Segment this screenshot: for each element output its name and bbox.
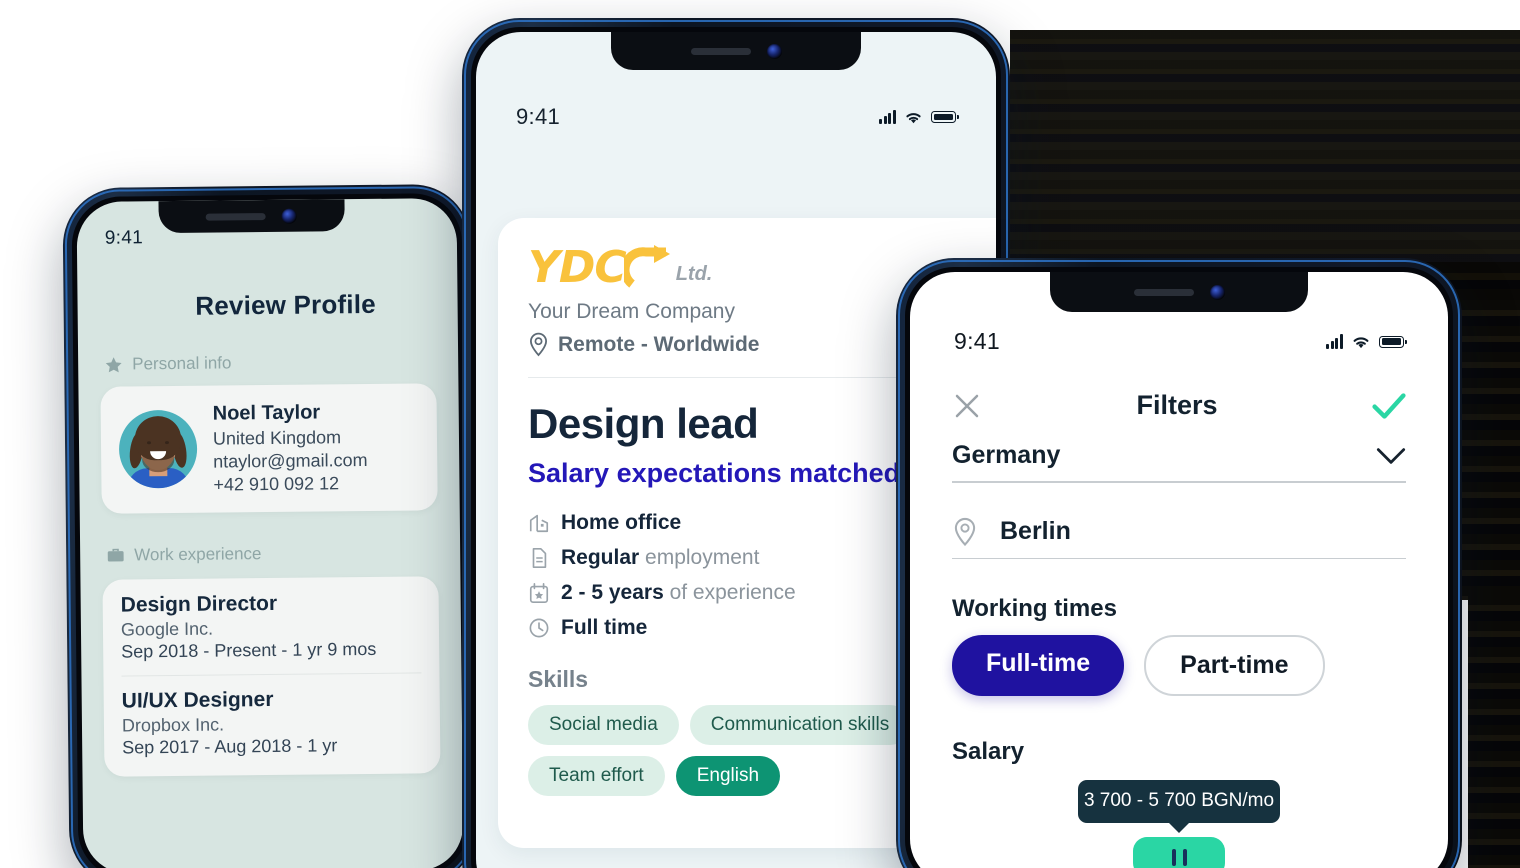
- status-time: 9:41: [516, 104, 561, 129]
- phone-center-notch: [611, 32, 861, 70]
- city-value: Berlin: [1000, 517, 1071, 546]
- experience-item[interactable]: Design Director Google Inc. Sep 2018 - P…: [121, 590, 422, 662]
- dark-band-artifact: [1010, 30, 1520, 282]
- working-times-label: Working times: [952, 595, 1117, 623]
- speaker-icon: [205, 212, 266, 221]
- phone-right-screen: 9:41 Filters Germany Berlin Working time…: [910, 272, 1448, 868]
- logo-arrow-icon: [623, 245, 670, 288]
- briefcase-icon: [107, 548, 124, 562]
- job-dates: Sep 2018 - Present - 1 yr 9 mos: [121, 638, 377, 662]
- phone-left-notch: [158, 199, 345, 234]
- dark-band-artifact-right-lower: [1468, 595, 1520, 868]
- filters-header: Filters: [952, 390, 1406, 421]
- avatar: [118, 410, 198, 489]
- phone-left-screen: 9:41 Review Profile Personal info Noel T…: [76, 198, 464, 868]
- phone-left: 9:41 Review Profile Personal info Noel T…: [62, 183, 478, 868]
- salary-range-tooltip: 3 700 - 5 700 BGN/mo: [1078, 780, 1280, 824]
- fact-bold: 2 - 5 years: [561, 581, 664, 604]
- status-icons: [879, 109, 959, 125]
- skill-chip[interactable]: Social media: [528, 705, 679, 745]
- location-pin-icon: [529, 332, 548, 357]
- status-time: 9:41: [104, 227, 144, 249]
- wifi-icon: [906, 113, 921, 124]
- profile-name: Noel Taylor: [212, 401, 321, 425]
- chevron-down-icon[interactable]: [1376, 447, 1406, 465]
- profile-country: United Kingdom: [212, 426, 342, 449]
- profile-phone: +42 910 092 12: [213, 472, 340, 495]
- filters-screen: Filters Germany Berlin Working times Ful…: [910, 390, 1448, 868]
- fact-bold: Home office: [561, 511, 682, 534]
- section-header-work-experience: Work experience: [106, 542, 438, 565]
- page-title: Review Profile: [195, 288, 376, 321]
- star-icon: [105, 356, 122, 372]
- skill-chip[interactable]: Team effort: [528, 756, 665, 796]
- front-camera-icon: [281, 208, 298, 224]
- job-title: Design Director: [120, 591, 278, 617]
- field-underline: [952, 481, 1406, 483]
- speaker-icon: [690, 47, 751, 55]
- speaker-icon: [1133, 288, 1194, 296]
- fact-bold: Full time: [561, 616, 648, 639]
- working-time-part-time[interactable]: Part-time: [1144, 635, 1325, 697]
- profile-card[interactable]: Noel Taylor United Kingdom ntaylor@gmail…: [100, 383, 438, 514]
- job-company: Dropbox Inc.: [121, 714, 225, 736]
- country-field[interactable]: Germany: [952, 441, 1406, 483]
- job-company: Google Inc.: [120, 618, 214, 640]
- status-bar-right: 9:41: [910, 328, 1448, 355]
- section-label: Personal info: [132, 353, 232, 374]
- status-time: 9:41: [954, 328, 1000, 354]
- job-location-label: Remote - Worldwide: [558, 332, 760, 356]
- clock-icon: [529, 618, 549, 638]
- working-time-full-time[interactable]: Full-time: [952, 635, 1125, 697]
- logo-suffix: Ltd.: [675, 263, 713, 285]
- experience-card: Design Director Google Inc. Sep 2018 - P…: [102, 575, 441, 777]
- phone-right: 9:41 Filters Germany Berlin Working time…: [896, 258, 1462, 868]
- salary-slider-handle[interactable]: [1133, 837, 1225, 868]
- section-label: Work experience: [134, 543, 262, 565]
- section-header-personal-info: Personal info: [104, 351, 436, 374]
- screenshot-stage: 9:41 Review Profile Personal info Noel T…: [0, 0, 1520, 868]
- calendar-icon: [529, 583, 549, 603]
- home-office-icon: [529, 514, 549, 533]
- salary-label: Salary: [952, 738, 1025, 766]
- page-title: Filters: [1136, 390, 1218, 420]
- review-profile-screen: Review Profile Personal info Noel Taylor…: [76, 198, 463, 868]
- profile-email: ntaylor@gmail.com: [213, 449, 368, 472]
- status-icons: [1326, 333, 1407, 350]
- status-bar-center: 9:41: [476, 104, 996, 130]
- profile-photo: [119, 410, 198, 489]
- profile-details: Noel Taylor United Kingdom ntaylor@gmail…: [213, 400, 368, 496]
- close-icon[interactable]: [952, 391, 982, 421]
- battery-icon: [1379, 335, 1407, 348]
- front-camera-icon: [766, 43, 782, 59]
- battery-icon: [931, 111, 959, 123]
- fact-rest: of experience: [663, 581, 796, 604]
- signal-icon: [1326, 334, 1343, 349]
- skill-chip[interactable]: Communication skills: [689, 705, 911, 745]
- country-value: Germany: [952, 441, 1061, 469]
- location-pin-icon: [954, 517, 976, 546]
- skill-chip-selected[interactable]: English: [675, 756, 781, 796]
- phone-right-notch: [1050, 272, 1308, 312]
- city-field[interactable]: Berlin: [952, 517, 1406, 560]
- check-icon[interactable]: [1372, 391, 1406, 421]
- fact-rest: employment: [639, 546, 760, 569]
- front-camera-icon: [1209, 284, 1225, 300]
- fact-bold: Regular: [561, 546, 640, 569]
- job-title: UI/UX Designer: [121, 687, 274, 713]
- job-dates: Sep 2017 - Aug 2018 - 1 yr: [122, 734, 338, 758]
- logo-text: YDC: [528, 242, 627, 293]
- experience-item[interactable]: UI/UX Designer Dropbox Inc. Sep 2017 - A…: [121, 672, 423, 759]
- signal-icon: [879, 110, 896, 124]
- working-times-options: Full-time Part-time: [952, 635, 1406, 697]
- field-underline: [952, 557, 1406, 560]
- wifi-icon: [1353, 337, 1369, 349]
- document-icon: [532, 548, 547, 568]
